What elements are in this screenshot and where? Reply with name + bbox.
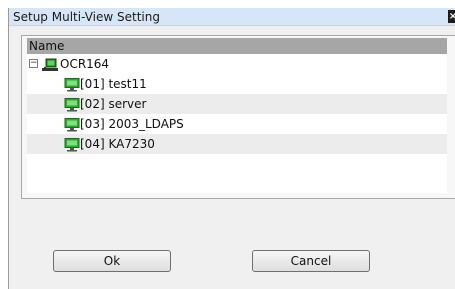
monitor-icon bbox=[64, 78, 80, 92]
tree-item-label: [03] 2003_LDAPS bbox=[80, 117, 184, 131]
title-bar[interactable]: Setup Multi-View Setting × bbox=[9, 8, 455, 26]
network-computer-icon bbox=[42, 58, 58, 71]
tree-item-03[interactable]: [03] 2003_LDAPS bbox=[27, 114, 447, 134]
tree-root-label: OCR164 bbox=[60, 57, 110, 71]
ok-button[interactable]: Ok bbox=[53, 250, 171, 272]
collapse-toggle-icon[interactable]: − bbox=[29, 59, 38, 68]
tree-item-02[interactable]: [02] server bbox=[27, 94, 447, 114]
monitor-icon bbox=[64, 98, 80, 112]
close-button[interactable]: × bbox=[448, 10, 455, 23]
setup-multi-view-dialog: Setup Multi-View Setting × Name − OCR164 bbox=[8, 8, 455, 289]
tree-item-01[interactable]: [01] test11 bbox=[27, 74, 447, 94]
window-title: Setup Multi-View Setting bbox=[13, 10, 160, 24]
tree-panel: Name − OCR164 [01] test11 [02] server [0… bbox=[21, 35, 455, 199]
tree-item-04[interactable]: [04] KA7230 bbox=[27, 134, 447, 154]
monitor-icon bbox=[64, 138, 80, 152]
tree-item-label: [04] KA7230 bbox=[80, 137, 155, 151]
device-tree[interactable]: Name − OCR164 [01] test11 [02] server [0… bbox=[27, 38, 447, 193]
column-header-name[interactable]: Name bbox=[27, 38, 447, 54]
monitor-icon bbox=[64, 118, 80, 132]
cancel-button[interactable]: Cancel bbox=[252, 250, 370, 272]
tree-item-label: [01] test11 bbox=[80, 77, 147, 91]
tree-item-label: [02] server bbox=[80, 97, 147, 111]
tree-root-row[interactable]: − OCR164 bbox=[27, 54, 447, 74]
